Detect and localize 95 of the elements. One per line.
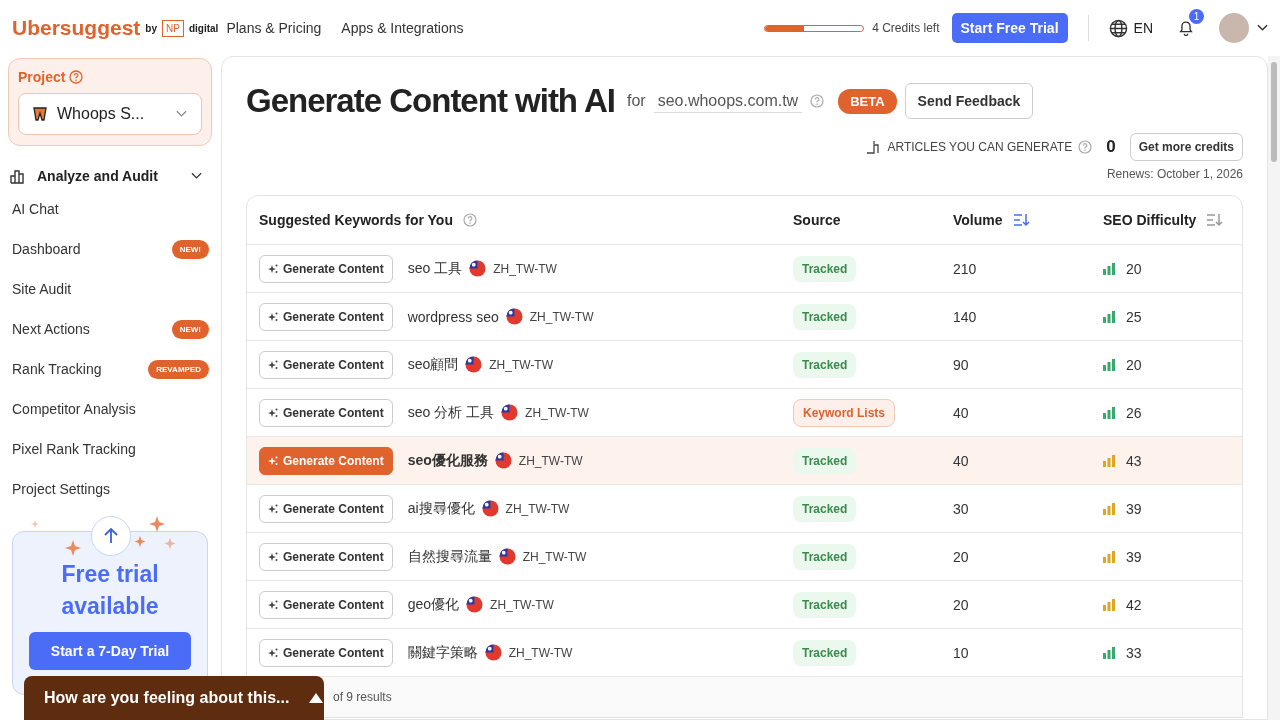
generate-content-button[interactable]: Generate Content bbox=[259, 350, 393, 379]
beta-badge: BETA bbox=[838, 88, 897, 114]
generate-content-button[interactable]: Generate Content bbox=[259, 446, 393, 475]
difficulty-value: 39 bbox=[1126, 500, 1142, 517]
volume-value: 20 bbox=[953, 548, 969, 565]
locale-text: ZH_TW-TW bbox=[529, 309, 594, 324]
by-text: by bbox=[145, 22, 158, 34]
sidebar-item[interactable]: Pixel Rank Tracking bbox=[12, 441, 136, 457]
locale-text: ZH_TW-TW bbox=[525, 405, 589, 420]
ubersuggest-logo[interactable]: Ubersuggest bbox=[12, 16, 141, 40]
keyword-text: geo優化 bbox=[407, 595, 460, 614]
volume-value: 210 bbox=[953, 260, 977, 277]
difficulty-value: 33 bbox=[1126, 644, 1142, 661]
locale-text: ZH_TW-TW bbox=[505, 501, 570, 516]
difficulty-value: 42 bbox=[1126, 596, 1142, 613]
keyword-text: seo優化服務 bbox=[407, 451, 488, 470]
generate-content-button[interactable]: Generate Content bbox=[259, 254, 393, 283]
send-feedback-button[interactable]: Send Feedback bbox=[904, 83, 1034, 119]
articles-label: ARTICLES YOU CAN GENERATE bbox=[887, 140, 1073, 154]
source-tag: Tracked bbox=[793, 351, 857, 378]
sidebar-item[interactable]: Project Settings bbox=[12, 481, 111, 497]
domain-text: seo.whoops.com.tw bbox=[653, 89, 803, 113]
nav-link[interactable]: Plans & Pricing bbox=[226, 20, 322, 36]
sidebar-item[interactable]: Site Audit bbox=[12, 281, 72, 297]
source-tag: Tracked bbox=[793, 303, 857, 330]
source-tag: Tracked bbox=[793, 447, 857, 474]
locale-text: ZH_TW-TW bbox=[522, 549, 587, 564]
volume-value: 40 bbox=[953, 404, 969, 421]
get-credits-button[interactable]: Get more credits bbox=[1129, 133, 1243, 161]
trial-title: Free trial available bbox=[60, 560, 160, 621]
sidebar-item[interactable]: Dashboard bbox=[12, 241, 81, 257]
np-logo: NP bbox=[162, 19, 184, 37]
volume-value: 140 bbox=[953, 308, 977, 325]
generate-content-button[interactable]: Generate Content bbox=[259, 398, 393, 427]
source-tag: Tracked bbox=[793, 255, 857, 282]
keyword-text: seo 工具 bbox=[407, 259, 463, 278]
keyword-text: wordpress seo bbox=[407, 308, 499, 325]
new-badge: NEW! bbox=[171, 239, 209, 259]
generate-content-button[interactable]: Generate Content bbox=[259, 638, 393, 667]
keyword-text: seo 分析 工具 bbox=[407, 403, 495, 422]
source-tag: Keyword Lists bbox=[793, 398, 896, 427]
volume-value: 10 bbox=[953, 644, 969, 661]
start-trial-button[interactable]: Start a 7-Day Trial bbox=[29, 632, 191, 670]
generate-content-button[interactable]: Generate Content bbox=[259, 542, 393, 571]
difficulty-value: 39 bbox=[1126, 548, 1142, 565]
generate-content-button[interactable]: Generate Content bbox=[259, 590, 393, 619]
sidebar-item[interactable]: Competitor Analysis bbox=[12, 401, 136, 417]
sidebar-item[interactable]: AI Chat bbox=[12, 201, 59, 217]
feedback-popup[interactable]: How are you feeling about this... bbox=[24, 676, 324, 720]
results-count: of 9 results bbox=[333, 690, 392, 704]
source-tag: Tracked bbox=[793, 495, 857, 522]
keyword-text: seo顧問 bbox=[407, 355, 459, 374]
project-dropdown[interactable]: Whoops S... bbox=[18, 93, 202, 135]
nav-link[interactable]: Apps & Integrations bbox=[341, 20, 464, 36]
keyword-text: 關鍵字策略 bbox=[407, 643, 478, 662]
generate-content-button[interactable]: Generate Content bbox=[259, 494, 393, 523]
source-tag: Tracked bbox=[793, 639, 857, 666]
sidebar-item[interactable]: Rank Tracking bbox=[12, 361, 102, 377]
section-header[interactable]: Analyze and Audit bbox=[10, 168, 212, 184]
column-header: Source bbox=[793, 212, 841, 228]
language-label[interactable]: EN bbox=[1133, 20, 1153, 36]
locale-text: ZH_TW-TW bbox=[489, 357, 554, 372]
difficulty-value: 20 bbox=[1126, 260, 1142, 277]
difficulty-value: 43 bbox=[1126, 452, 1142, 469]
digital-text: digital bbox=[188, 22, 219, 34]
locale-text: ZH_TW-TW bbox=[490, 597, 554, 612]
for-label: for bbox=[627, 92, 646, 110]
column-header[interactable]: SEO Difficulty bbox=[1103, 212, 1197, 228]
volume-value: 20 bbox=[953, 596, 969, 613]
difficulty-value: 20 bbox=[1126, 356, 1142, 373]
locale-text: ZH_TW-TW bbox=[493, 261, 557, 276]
project-label: Project bbox=[18, 69, 66, 85]
keyword-text: 自然搜尋流量 bbox=[407, 547, 492, 566]
new-badge: NEW! bbox=[171, 319, 209, 339]
column-header[interactable]: Volume bbox=[953, 212, 1003, 228]
difficulty-value: 25 bbox=[1126, 308, 1142, 325]
start-trial-button[interactable]: Start Free Trial bbox=[951, 13, 1068, 43]
volume-value: 90 bbox=[953, 356, 969, 373]
sidebar-item[interactable]: Next Actions bbox=[12, 321, 90, 337]
articles-count: 0 bbox=[1106, 137, 1116, 157]
renews-text: Renews: October 1, 2026 bbox=[1105, 167, 1243, 181]
generate-content-button[interactable]: Generate Content bbox=[259, 302, 393, 331]
page-title: Generate Content with AI bbox=[246, 82, 615, 120]
column-header: Suggested Keywords for You bbox=[259, 212, 453, 228]
keyword-text: ai搜尋優化 bbox=[407, 499, 475, 518]
locale-text: ZH_TW-TW bbox=[508, 645, 573, 660]
volume-value: 40 bbox=[953, 452, 969, 469]
volume-value: 30 bbox=[953, 500, 969, 517]
notification-badge: 1 bbox=[1189, 9, 1204, 24]
locale-text: ZH_TW-TW bbox=[518, 453, 583, 468]
credits-label: 4 Credits left bbox=[872, 21, 940, 35]
source-tag: Tracked bbox=[793, 591, 857, 618]
new-badge: REVAMPED bbox=[148, 359, 209, 379]
difficulty-value: 26 bbox=[1126, 404, 1142, 421]
source-tag: Tracked bbox=[793, 543, 857, 570]
